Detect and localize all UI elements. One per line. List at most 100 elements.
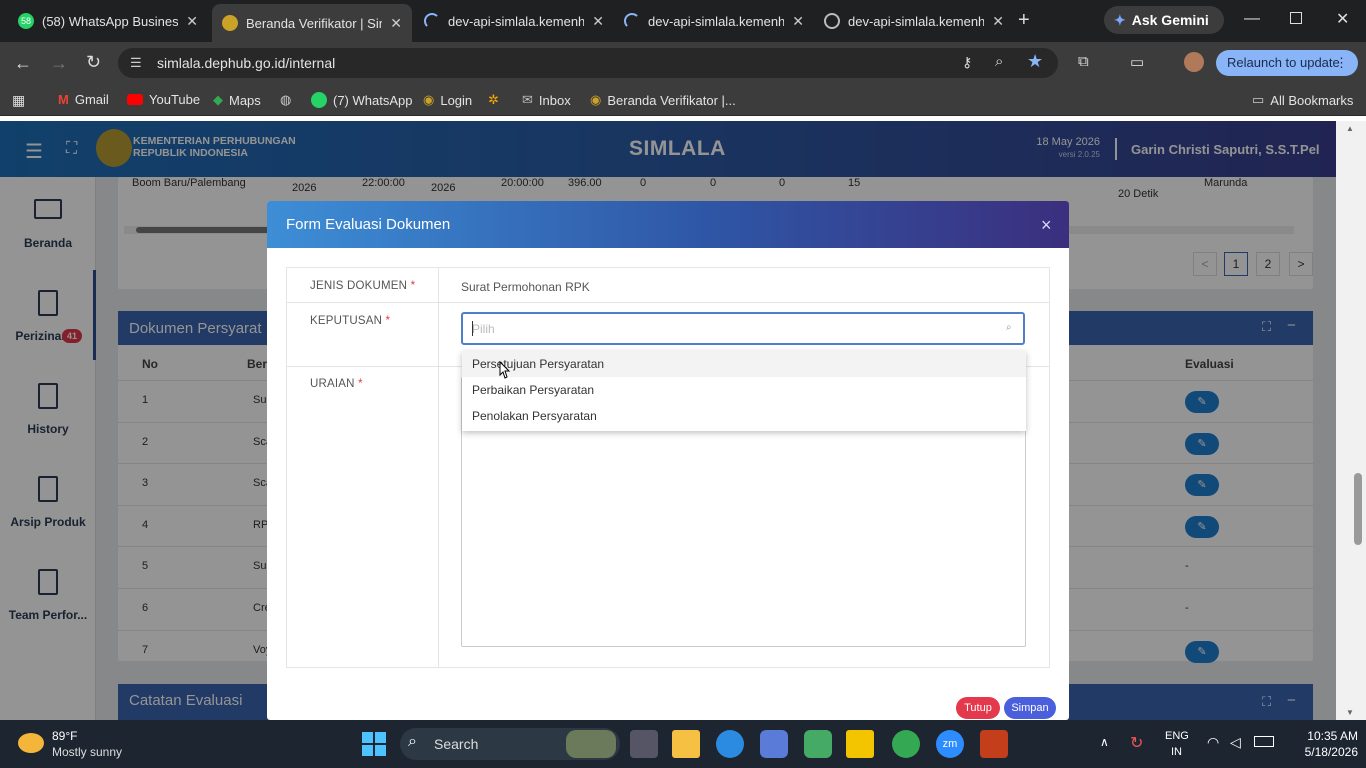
relaunch-label: Relaunch to update [1227,55,1340,70]
loading-icon [424,13,440,29]
gmail-icon: M [58,92,69,107]
bookmark-globe[interactable]: ◍ [280,92,291,108]
scroll-down-icon[interactable]: ▼ [1346,708,1354,717]
lang-in[interactable]: IN [1171,746,1182,758]
taskbar-search-label: Search [434,736,479,752]
mouse-pointer-icon [499,360,511,379]
tray-overflow-icon[interactable]: ∧ [1100,735,1109,749]
wifi-icon[interactable]: ◠ [1207,734,1219,751]
label-text: JENIS DOKUMEN [310,280,408,292]
required-mark: * [410,280,416,292]
modal-title: Form Evaluasi Dokumen [286,216,451,233]
app-icon[interactable] [760,730,788,758]
new-tab-icon[interactable]: + [1018,9,1030,32]
form-evaluasi-modal: Form Evaluasi Dokumen × JENIS DOKUMEN * … [267,201,1069,720]
forward-icon[interactable]: → [50,53,68,74]
chrome-icon[interactable] [892,730,920,758]
bookmark-pinwheel[interactable]: ✲ [488,92,499,108]
bookmark-beranda[interactable]: ◉ Beranda Verifikator |... [590,92,736,108]
tab-whatsapp[interactable]: 58 (58) WhatsApp Business ✕ [8,6,208,36]
weather-temp[interactable]: 89°F [52,729,77,743]
cast-icon[interactable]: ▭ [1130,53,1144,71]
option-persetujuan[interactable]: Persetujuan Persyaratan [462,351,1026,377]
bookmark-inbox[interactable]: ✉ Inbox [522,92,571,108]
camera-icon[interactable] [804,730,832,758]
tab-close-icon[interactable]: ✕ [390,15,402,32]
tab-close-icon[interactable]: ✕ [792,13,804,30]
tab-close-icon[interactable]: ✕ [186,13,198,30]
jenis-dokumen-value: Surat Permohonan RPK [461,280,590,294]
all-bookmarks[interactable]: ▭ All Bookmarks [1252,92,1353,108]
clock-date[interactable]: 5/18/2026 [1282,745,1358,759]
url-text[interactable]: simlala.dephub.go.id/internal [157,55,335,71]
tab-dev-api-3[interactable]: dev-api-simlala.kemenhu ✕ [814,6,1014,36]
bookmark-maps[interactable]: ◆ Maps [213,92,261,108]
bookmark-gmail[interactable]: M Gmail [58,92,109,107]
zoom-icon[interactable]: ⌕ [995,53,1003,70]
scroll-up-icon[interactable]: ▲ [1346,124,1354,133]
back-icon[interactable]: ← [14,53,32,74]
file-explorer-icon[interactable] [672,730,700,758]
volume-icon[interactable]: ◁ [1230,734,1241,751]
edge-icon[interactable] [716,730,744,758]
maximize-icon[interactable] [1290,12,1302,24]
uraian-label: URAIAN * [310,378,363,390]
lang-eng[interactable]: ENG [1165,730,1189,742]
option-perbaikan[interactable]: Perbaikan Persyaratan [462,377,1026,403]
folder-icon: ▭ [1252,92,1265,107]
simlala-icon: ◉ [423,92,435,107]
bookmark-login[interactable]: ◉ Login [423,92,472,108]
whatsapp-business-icon: 58 [18,13,34,29]
globe-icon: ◍ [280,92,292,107]
windows-start-icon[interactable] [362,732,386,756]
keputusan-select[interactable] [461,312,1025,345]
keputusan-label: KEPUTUSAN * [310,315,390,327]
tab-dev-api-2[interactable]: dev-api-simlala.kemenhu ✕ [614,6,814,36]
zoom-app-icon[interactable]: zm [936,730,964,758]
keputusan-search-input[interactable]: Pilih [472,322,495,336]
gemini-icon: ✦ [1114,11,1126,28]
tab-beranda-verifikator[interactable]: Beranda Verifikator | Sim ✕ [212,4,412,42]
search-icon: ⌕ [408,733,417,750]
ask-gemini-button[interactable]: ✦ Ask Gemini [1104,6,1224,34]
minimize-icon[interactable]: — [1244,10,1260,28]
bookmark-whatsapp[interactable]: (7) WhatsApp [311,92,412,108]
modal-close-icon[interactable]: × [1041,215,1052,236]
close-window-icon[interactable]: ✕ [1336,9,1349,29]
tab-close-icon[interactable]: ✕ [992,13,1004,30]
globe-icon [824,13,840,29]
text-cursor [472,321,473,336]
profile-avatar[interactable] [1184,52,1204,72]
page-scrollbar[interactable] [1336,121,1366,720]
simpan-button[interactable]: Simpan [1004,697,1056,719]
tray-sync-icon[interactable]: ↻ [1130,733,1143,753]
tab-title: dev-api-simlala.kemenhu [648,13,785,29]
task-view-icon[interactable] [630,730,658,758]
battery-icon[interactable] [1254,736,1274,747]
weather-desc[interactable]: Mostly sunny [52,745,122,759]
tab-dev-api-1[interactable]: dev-api-simlala.kemenhu ✕ [414,6,614,36]
relaunch-button[interactable]: Relaunch to update ⋮ [1216,50,1358,76]
extensions-icon[interactable]: ⧉ [1078,53,1089,70]
site-info-icon[interactable]: ☰ [130,55,142,71]
sticky-notes-icon[interactable] [846,730,874,758]
bookmark-label: YouTube [149,92,201,107]
page-scrollbar-thumb[interactable] [1354,473,1362,545]
reload-icon[interactable]: ↻ [86,52,101,73]
key-icon[interactable]: ⚷ [962,54,972,71]
simlala-icon [222,15,238,31]
bookmark-star-icon[interactable]: ★ [1027,51,1043,72]
apps-grid-icon[interactable]: ▦ [12,92,25,109]
tutup-button[interactable]: Tutup [956,697,1000,719]
youtube-icon [127,94,143,105]
bookmark-label: Gmail [74,92,109,107]
search-icon: ⌕ [1006,322,1012,333]
powerpoint-icon[interactable] [980,730,1008,758]
inbox-icon: ✉ [522,92,533,107]
whatsapp-icon [311,92,327,108]
option-penolakan[interactable]: Penolakan Persyaratan [462,403,1026,429]
tab-close-icon[interactable]: ✕ [592,13,604,30]
bookmark-youtube[interactable]: YouTube [127,92,200,107]
clock-time[interactable]: 10:35 AM [1282,729,1358,743]
maps-pin-icon: ◆ [213,92,223,107]
